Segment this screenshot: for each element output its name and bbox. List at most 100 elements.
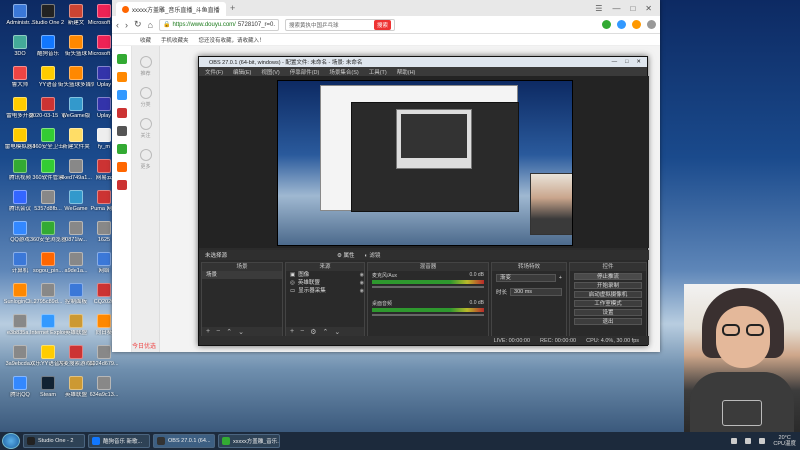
- start-recording-button[interactable]: 开始录制: [574, 282, 642, 289]
- battery-icon[interactable]: [759, 438, 766, 444]
- obs-menu-item[interactable]: 文件(F): [205, 68, 223, 76]
- nav-bar: ‹ › ↻ ⌂ 🔒 https://www.douyu.com/ 5728107…: [112, 16, 660, 34]
- new-tab-button[interactable]: +: [230, 3, 235, 13]
- studio-mode-button[interactable]: 工作室模式: [574, 300, 642, 307]
- rail-app-icon[interactable]: [116, 90, 127, 100]
- close-icon[interactable]: ✕: [636, 59, 641, 65]
- desktop-icon[interactable]: 634a9c13...: [86, 376, 122, 398]
- user-icon[interactable]: [632, 20, 641, 29]
- up-icon[interactable]: ⌃: [322, 328, 328, 336]
- taskbar-item[interactable]: OBS 27.0.1 (64...: [153, 434, 215, 448]
- side-nav-item[interactable]: 分类: [138, 87, 154, 108]
- glasses-left: [722, 324, 740, 336]
- obs-menu-item[interactable]: 场景集合(S): [329, 68, 358, 76]
- eye-icon[interactable]: ◉: [360, 279, 364, 287]
- remove-icon[interactable]: −: [300, 328, 304, 335]
- side-nav-item[interactable]: 更多: [138, 149, 154, 170]
- app-icon: [69, 97, 83, 111]
- eye-icon[interactable]: ◉: [360, 271, 364, 279]
- add-icon[interactable]: +: [206, 328, 210, 335]
- source-item[interactable]: ◎ 英雄联盟 ◉: [286, 279, 364, 287]
- rail-app-icon[interactable]: [116, 72, 127, 82]
- add-icon[interactable]: +: [559, 275, 562, 281]
- bookmark-item[interactable]: 手机收藏夹: [161, 36, 189, 44]
- rail-app-icon[interactable]: [116, 180, 127, 190]
- bookmark-item[interactable]: 您还没有收藏，请收藏入！: [199, 36, 265, 44]
- settings-icon[interactable]: [647, 20, 656, 29]
- taskbar-item[interactable]: Studio One - 2: [23, 434, 85, 448]
- obs-menu-item[interactable]: 帮助(H): [397, 68, 416, 76]
- app-icon: [13, 97, 27, 111]
- minimize-icon[interactable]: —: [612, 59, 618, 65]
- menu-icon[interactable]: ☰: [595, 4, 602, 13]
- settings-button[interactable]: 设置: [574, 309, 642, 316]
- game-icon: ◎: [290, 280, 295, 286]
- exit-button[interactable]: 退出: [574, 318, 642, 325]
- properties-button[interactable]: ⚙ 属性: [337, 251, 354, 259]
- forward-icon[interactable]: ›: [125, 20, 128, 30]
- bookmark-item[interactable]: 收藏: [140, 36, 151, 44]
- download-icon[interactable]: [617, 20, 626, 29]
- obs-statusbar: LIVE: 00:00:00 REC: 00:00:00 CPU: 4.0%, …: [199, 336, 649, 345]
- duration-row: 时长 300 ms: [492, 285, 566, 299]
- stop-streaming-button[interactable]: 停止推流: [574, 273, 642, 280]
- side-nav-item[interactable]: 推荐: [138, 56, 154, 77]
- rail-app-icon[interactable]: [116, 108, 127, 118]
- obs-menu-item[interactable]: 视图(V): [261, 68, 279, 76]
- search-placeholder: 搜索黄执中国乒乓球: [289, 22, 339, 29]
- track-name: 桌面音频: [372, 301, 393, 307]
- side-nav-item[interactable]: 关注: [138, 118, 154, 139]
- app-icon: [41, 159, 55, 173]
- down-icon[interactable]: ⌄: [238, 328, 244, 336]
- virtual-camera-button[interactable]: 启动虚拟摄像机: [574, 291, 642, 298]
- search-button[interactable]: 搜索: [374, 19, 392, 30]
- scene-item[interactable]: 场景: [202, 271, 282, 279]
- obs-menu-item[interactable]: 编辑(E): [233, 68, 251, 76]
- controls-panel: 控件 停止推流 开始录制 启动虚拟摄像机 工作室模式 设置 退出: [569, 262, 647, 337]
- volume-icon[interactable]: [745, 438, 752, 444]
- track-header: 桌面音频 0.0 dB: [372, 300, 484, 307]
- browser-tab[interactable]: xxxxx方盖雕_音乐直播_斗鱼直播: [116, 2, 226, 16]
- minimize-icon[interactable]: —: [612, 4, 620, 13]
- glasses-right: [746, 324, 764, 336]
- start-button[interactable]: [2, 433, 20, 449]
- up-icon[interactable]: ⌃: [226, 328, 232, 336]
- obs-menu-item[interactable]: 工具(T): [369, 68, 387, 76]
- source-item[interactable]: ▣ 图像 ◉: [286, 271, 364, 279]
- volume-slider[interactable]: [372, 286, 484, 288]
- taskbar-item[interactable]: 酷狗音乐 新歌...: [88, 434, 150, 448]
- refresh-icon[interactable]: ↻: [134, 19, 142, 30]
- filters-button[interactable]: ◐ 滤镜: [365, 251, 381, 259]
- source-label: 图像: [298, 272, 310, 278]
- taskbar-item[interactable]: xxxxx方盖雕_音乐...: [218, 434, 280, 448]
- app-icon: [41, 221, 55, 235]
- remove-icon[interactable]: −: [216, 328, 220, 335]
- app-icon: [13, 66, 27, 80]
- bookmark-bar: 收藏 手机收藏夹 您还没有收藏，请收藏入！: [112, 34, 660, 46]
- extension-icon[interactable]: [602, 20, 611, 29]
- obs-menu-item[interactable]: 停靠部件(D): [290, 68, 320, 76]
- search-input[interactable]: 搜索黄执中国乒乓球 搜索: [285, 18, 396, 31]
- source-item[interactable]: ▭ 显示器采集 ◉: [286, 287, 364, 295]
- maximize-icon[interactable]: □: [630, 4, 635, 13]
- network-icon[interactable]: [731, 438, 738, 444]
- volume-slider[interactable]: [372, 314, 484, 316]
- rail-app-icon[interactable]: [116, 162, 127, 172]
- rail-app-icon[interactable]: [116, 144, 127, 154]
- nav-circle-icon: [139, 56, 152, 68]
- tray-weather[interactable]: 20°C CPU温度: [773, 435, 796, 447]
- back-icon[interactable]: ‹: [116, 20, 119, 30]
- rail-app-icon[interactable]: [116, 126, 127, 136]
- rail-app-icon[interactable]: [116, 54, 127, 64]
- page-footer-link[interactable]: 今日优选: [132, 341, 156, 350]
- duration-input[interactable]: 300 ms: [510, 288, 562, 296]
- eye-icon[interactable]: ◉: [360, 287, 364, 295]
- down-icon[interactable]: ⌄: [334, 328, 340, 336]
- address-bar[interactable]: 🔒 https://www.douyu.com/ 5728107_r=0.: [158, 18, 280, 31]
- home-icon[interactable]: ⌂: [148, 20, 153, 30]
- close-icon[interactable]: ✕: [645, 4, 652, 13]
- transition-select[interactable]: 渐变: [496, 274, 556, 282]
- add-icon[interactable]: +: [290, 328, 294, 335]
- gear-icon[interactable]: ⚙: [310, 328, 316, 336]
- maximize-icon[interactable]: □: [625, 59, 628, 65]
